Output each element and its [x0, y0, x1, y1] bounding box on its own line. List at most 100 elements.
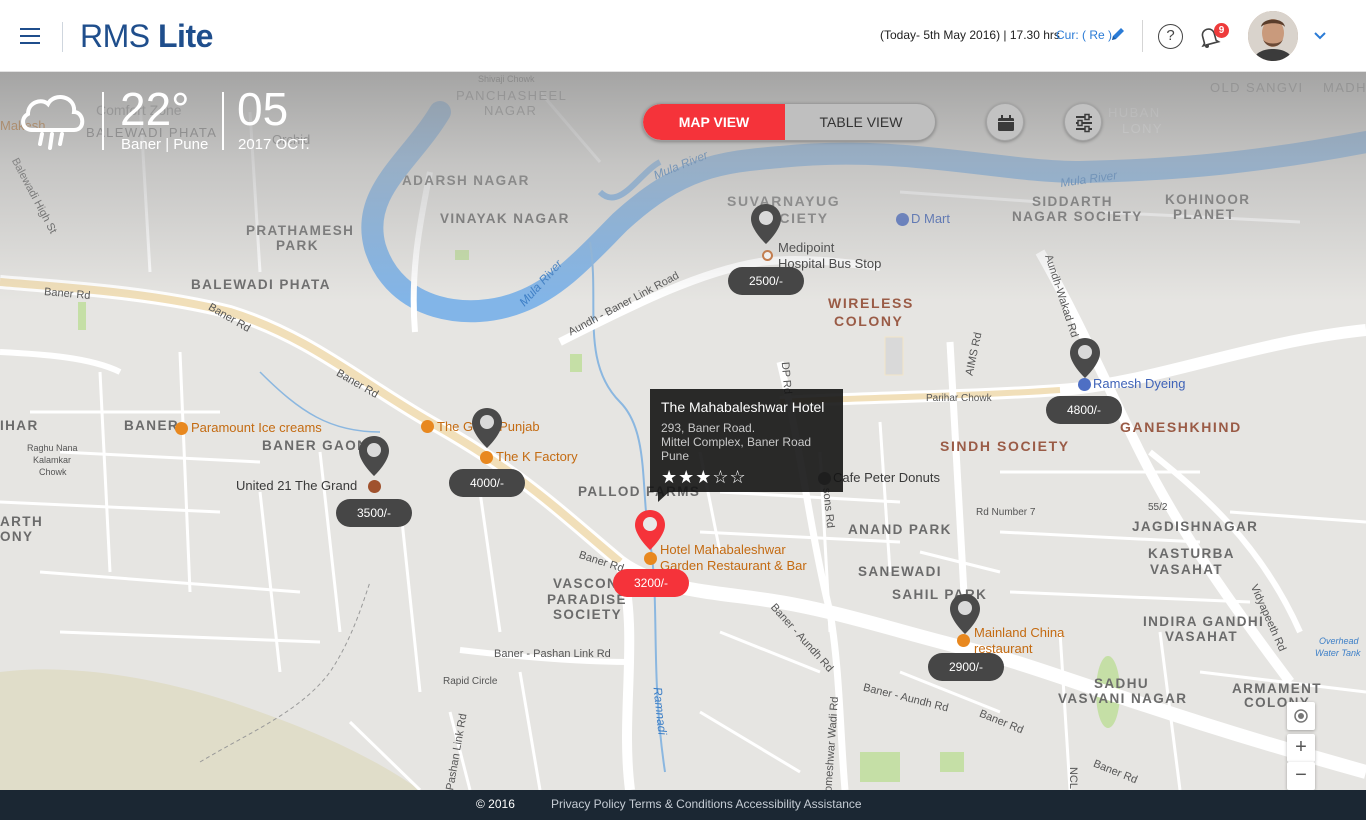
poi-label[interactable]: Ramesh Dyeing	[1093, 376, 1186, 391]
price-tag[interactable]: 4000/-	[449, 469, 525, 497]
shop-icon[interactable]	[896, 213, 909, 226]
selected-hotel-pin-icon[interactable]	[633, 508, 667, 552]
road-label: Rd Number 7	[976, 507, 1036, 518]
area-label: NAGAR SOCIETY	[1012, 209, 1143, 224]
road-label: Raghu Nana	[27, 443, 78, 453]
hotel-pin-icon[interactable]	[1068, 336, 1102, 380]
area-label: ONY	[0, 529, 34, 544]
day-number: 05	[237, 83, 289, 135]
restaurant-icon[interactable]	[644, 552, 657, 565]
user-avatar[interactable]	[1248, 11, 1298, 61]
price-tag[interactable]: 2500/-	[728, 267, 804, 295]
locate-button[interactable]	[1287, 702, 1315, 730]
area-label: ARMAMENT	[1232, 681, 1322, 696]
hotel-pin-icon[interactable]	[749, 202, 783, 246]
road-label: Baner - Pashan Link Rd	[494, 648, 611, 660]
edit-pencil-icon[interactable]	[1110, 26, 1126, 42]
privacy-policy-link[interactable]: Privacy Policy	[551, 797, 626, 811]
area-label: SUVARNAYUG	[727, 193, 841, 209]
road-label: Rapid Circle	[443, 676, 498, 687]
footer-links: Privacy Policy Terms & Conditions Access…	[551, 797, 862, 811]
poi-label[interactable]: Hotel Mahabaleshwar	[660, 542, 786, 557]
temperature-text: 22°	[120, 83, 190, 135]
view-toggle: MAP VIEW TABLE VIEW	[642, 103, 936, 141]
road-label: 55/2	[1148, 502, 1168, 513]
area-label: PLANET	[1173, 207, 1236, 222]
app-logo[interactable]: RMS Lite	[80, 18, 213, 55]
hotel-icon[interactable]	[368, 480, 381, 493]
area-label: SIDDARTH	[1032, 194, 1113, 209]
poi-label[interactable]: Cafe Peter Donuts	[833, 470, 940, 485]
area-label: SINDH SOCIETY	[940, 438, 1070, 454]
hotel-pin-icon[interactable]	[357, 434, 391, 478]
water-label: Water Tank	[1315, 648, 1361, 658]
poi-label[interactable]: Paramount Ice creams	[191, 420, 322, 435]
chevron-down-icon[interactable]	[1312, 28, 1328, 44]
sliders-icon	[1076, 113, 1092, 133]
water-label: Overhead	[1319, 636, 1359, 646]
area-label: VASCON	[553, 576, 619, 591]
zoom-out-button[interactable]: −	[1287, 762, 1315, 790]
filter-button[interactable]	[1064, 103, 1102, 141]
area-label: SANEWADI	[858, 564, 942, 579]
accessibility-link[interactable]: Accessibility	[736, 797, 801, 811]
location-text: Baner | Pune	[121, 136, 209, 153]
hotel-info-tooltip[interactable]: The Mahabaleshwar Hotel 293, Baner Road.…	[650, 389, 843, 502]
price-tag[interactable]: 2900/-	[928, 653, 1004, 681]
weather-separator	[222, 92, 224, 150]
poi-marker-icon[interactable]	[762, 250, 773, 261]
area-label: KASTURBA	[1148, 546, 1235, 561]
area-label: VASAHAT	[1165, 629, 1239, 644]
menu-icon[interactable]	[20, 28, 40, 44]
area-label: BALEWADI PHATA	[191, 277, 331, 292]
area-label: VINAYAK NAGAR	[440, 211, 570, 226]
poi-label[interactable]: Mainland China	[974, 625, 1064, 640]
area-label: NAGAR	[484, 103, 538, 118]
table-view-button[interactable]: TABLE VIEW	[785, 104, 935, 140]
area-label: ADARSH NAGAR	[402, 173, 530, 188]
hotel-pin-icon[interactable]	[470, 406, 504, 450]
copyright-text: © 2016	[476, 797, 515, 811]
help-icon[interactable]: ?	[1158, 24, 1183, 49]
currency-selector[interactable]: Cur: ( Re )	[1056, 28, 1112, 42]
map-view-button[interactable]: MAP VIEW	[643, 104, 785, 140]
header-separator	[1142, 20, 1143, 52]
area-label: SOCIETY	[553, 607, 623, 622]
restaurant-icon[interactable]	[175, 422, 188, 435]
restaurant-icon[interactable]	[480, 451, 493, 464]
price-tag-selected[interactable]: 3200/-	[613, 569, 689, 597]
logo-divider	[62, 22, 63, 52]
map-canvas[interactable]: PANCHASHEEL NAGAR BALEWADI PHATA ADARSH …	[0, 72, 1366, 790]
locate-icon	[1294, 709, 1308, 723]
poi-label[interactable]: D Mart	[911, 211, 950, 226]
hotel-address-line: 293, Baner Road.	[661, 421, 756, 435]
assistance-link[interactable]: Assistance	[804, 797, 862, 811]
app-header: RMS Lite (Today- 5th May 2016) | 17.30 h…	[0, 0, 1366, 72]
area-label: KOHINOOR	[1165, 192, 1251, 207]
poi-label[interactable]: Medipoint	[778, 240, 834, 255]
calendar-icon	[998, 115, 1014, 131]
star-rating: ★★★☆☆	[661, 467, 747, 487]
restaurant-icon[interactable]	[421, 420, 434, 433]
poi-label[interactable]: The K Factory	[496, 449, 578, 464]
logo-text-light: RMS	[80, 18, 150, 54]
area-label: GANESHKHIND	[1120, 419, 1242, 435]
rain-cloud-icon	[21, 95, 85, 150]
hotel-pin-icon[interactable]	[948, 592, 982, 636]
area-label: SADHU	[1094, 676, 1150, 691]
road-label: Shivaji Chowk	[478, 74, 535, 84]
calendar-button[interactable]	[986, 103, 1024, 141]
area-label: PANCHASHEEL	[456, 88, 568, 103]
hotel-name[interactable]: The Mahabaleshwar Hotel	[661, 399, 832, 415]
area-label: ARTH	[0, 514, 44, 529]
zoom-in-button[interactable]: +	[1287, 734, 1315, 762]
area-label: JAGDISHNAGAR	[1132, 519, 1259, 534]
poi-label[interactable]: United 21 The Grand	[236, 478, 357, 493]
road-label: Parihar Chowk	[926, 393, 992, 404]
date-time-text: (Today- 5th May 2016) | 17.30 hrs	[880, 28, 1060, 42]
price-tag[interactable]: 4800/-	[1046, 396, 1122, 424]
month-year-text: 2017 OCT.	[238, 136, 310, 153]
price-tag[interactable]: 3500/-	[336, 499, 412, 527]
terms-link[interactable]: Terms & Conditions	[629, 797, 733, 811]
area-label: IHAR	[0, 418, 39, 433]
